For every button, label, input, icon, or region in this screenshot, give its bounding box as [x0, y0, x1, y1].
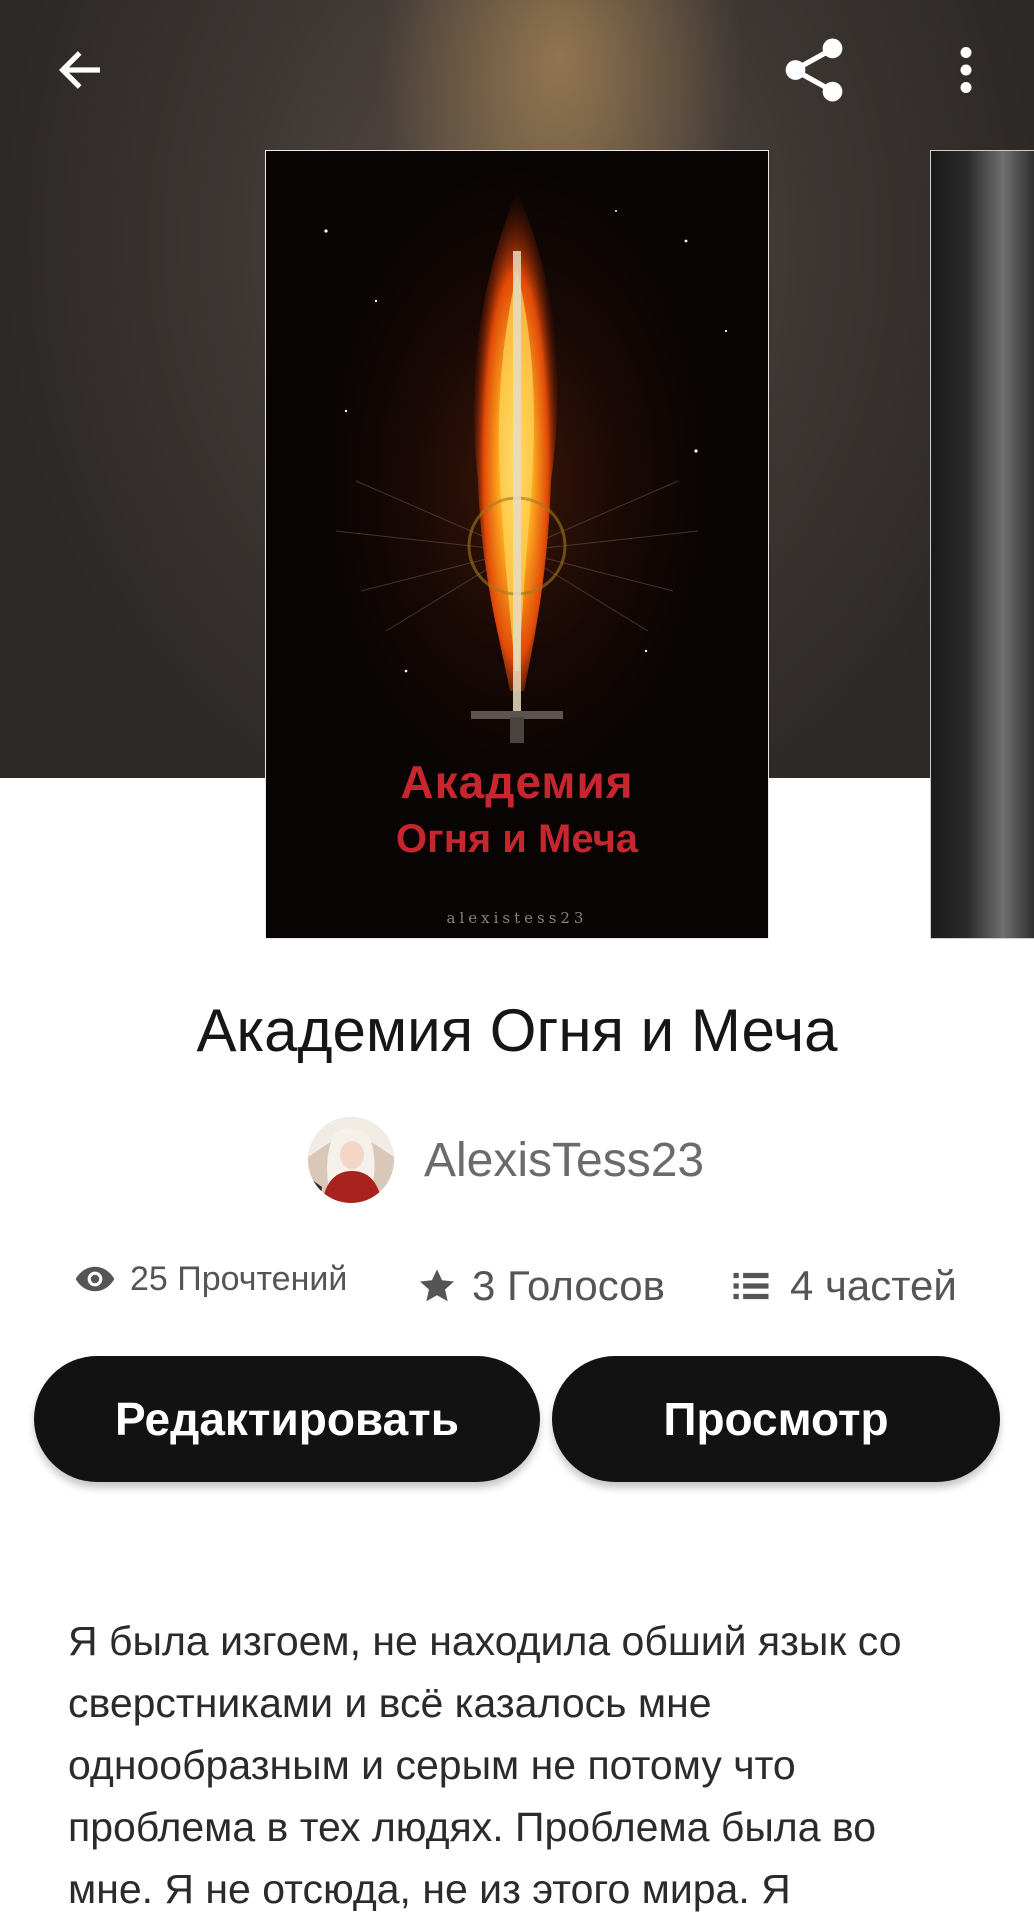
reads-count: 25 Прочтений	[130, 1259, 348, 1298]
story-title: Академия Огня и Меча	[196, 997, 838, 1064]
cover-author-text: alexistess23	[446, 909, 588, 927]
reads-stat: 25 Прочтений	[74, 1258, 347, 1300]
parts-stat: 4 частей	[730, 1262, 957, 1310]
edit-button[interactable]: Редактировать	[34, 1356, 540, 1482]
cover-title-line1: Академия	[400, 756, 634, 808]
star-icon	[420, 1269, 454, 1302]
cover-title-line2: Огня и Меча	[395, 817, 639, 861]
cover-sword-art	[324, 191, 728, 743]
arrow-left-icon	[58, 51, 100, 89]
view-button[interactable]: Просмотр	[552, 1356, 1000, 1482]
story-cover[interactable]: Академия Огня и Меча alexistess23	[265, 150, 769, 939]
parts-count: 4 частей	[790, 1262, 957, 1309]
avatar	[308, 1117, 394, 1203]
eye-icon	[75, 1266, 115, 1292]
votes-count: 3 Голосов	[472, 1262, 665, 1309]
share-icon	[785, 38, 843, 102]
author-name: AlexisTess23	[424, 1133, 705, 1187]
share-button[interactable]	[766, 22, 862, 118]
story-description: Я была изгоем, не находила обший язык со…	[68, 1618, 902, 1912]
votes-stat: 3 Голосов	[416, 1262, 665, 1310]
next-story-cover[interactable]	[930, 150, 1034, 939]
more-vertical-icon	[960, 47, 972, 93]
author-link[interactable]: AlexisTess23	[308, 1116, 704, 1204]
list-icon	[733, 1272, 769, 1300]
back-button[interactable]	[32, 22, 128, 118]
more-options-button[interactable]	[918, 22, 1014, 118]
